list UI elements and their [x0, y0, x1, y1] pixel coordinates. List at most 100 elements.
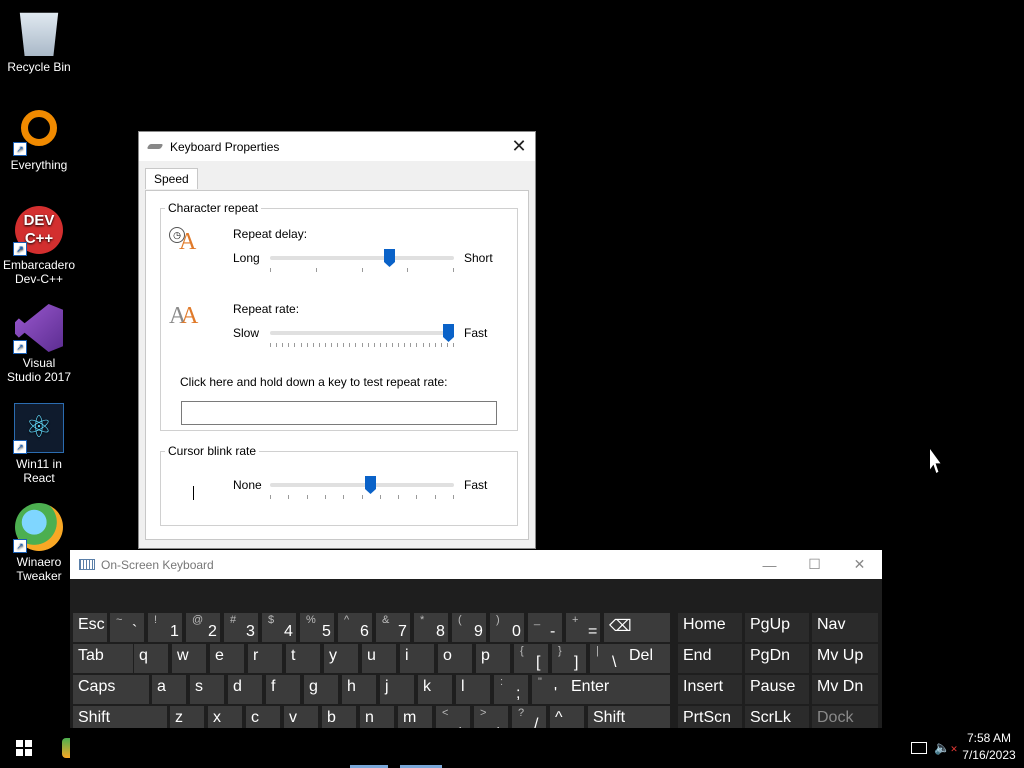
desktop-icon-recycle-bin[interactable]: Recycle Bin [0, 8, 78, 74]
key-mv-up[interactable]: Mv Up [812, 644, 878, 673]
key-sym[interactable]: | \ [590, 644, 624, 673]
key-label: = [588, 623, 598, 640]
key-6[interactable]: ^ 6 [338, 613, 372, 642]
key-home[interactable]: Home [678, 613, 742, 642]
titlebar[interactable]: On-Screen Keyboard — ☐ ✕ [70, 550, 882, 579]
key-k[interactable]: k [418, 675, 452, 704]
close-button[interactable]: ✕ [837, 556, 882, 573]
slider-thumb[interactable] [384, 249, 395, 267]
repeat-rate-slider[interactable] [270, 324, 454, 356]
desktop-icon-dev-cpp[interactable]: DEV C++ ↗ Embarcadero Dev-C++ [0, 206, 78, 286]
key-label: y [329, 647, 337, 664]
key-label: 4 [284, 623, 293, 640]
key-1[interactable]: ! 1 [148, 613, 182, 642]
slider-tick [453, 495, 454, 499]
keyboard-icon [79, 559, 95, 570]
key-label: e [215, 647, 224, 664]
key-esc[interactable]: Esc [73, 613, 107, 642]
repeat-delay-slider[interactable] [270, 249, 454, 281]
key-label: b [327, 709, 336, 726]
key-sym[interactable]: :; [494, 675, 528, 704]
key-s[interactable]: s [190, 675, 224, 704]
key-3[interactable]: #3 [224, 613, 258, 642]
slider-thumb[interactable] [443, 324, 454, 342]
key-0[interactable]: ) 0 [490, 613, 524, 642]
minimize-button[interactable]: — [747, 557, 792, 573]
key-t[interactable]: t [286, 644, 320, 673]
slider-tick [398, 495, 399, 499]
key-end[interactable]: End [678, 644, 742, 673]
start-button[interactable] [16, 740, 32, 756]
key-label: q [139, 647, 148, 664]
cursor-blink-slider[interactable] [270, 476, 454, 508]
taskbar-app-icon[interactable] [62, 738, 70, 758]
tab-speed[interactable]: Speed [145, 168, 198, 189]
network-icon[interactable] [911, 742, 927, 754]
desktop-icon-winaero[interactable]: ↗ Winaero Tweaker [0, 503, 78, 583]
slider-tick [349, 343, 350, 347]
key-4[interactable]: $4 [262, 613, 296, 642]
key-sym[interactable]: + = [566, 613, 600, 642]
key-label: n [365, 709, 374, 726]
key-sym[interactable]: ⌫ [604, 613, 670, 642]
window-title: Keyboard Properties [170, 139, 280, 154]
key-8[interactable]: * 8 [414, 613, 448, 642]
key-r[interactable]: r [248, 644, 282, 673]
key-caps[interactable]: Caps [73, 675, 149, 704]
maximize-button[interactable]: ☐ [792, 556, 837, 573]
key-sym[interactable]: }] [552, 644, 586, 673]
desktop-icon-visual-studio[interactable]: ↗ Visual Studio 2017 [0, 304, 78, 384]
key-del[interactable]: Del [624, 644, 670, 673]
key-j[interactable]: j [380, 675, 414, 704]
key-sym[interactable]: _ - [528, 613, 562, 642]
key-9[interactable]: (9 [452, 613, 486, 642]
key-h[interactable]: h [342, 675, 376, 704]
key-u[interactable]: u [362, 644, 396, 673]
key-mv-dn[interactable]: Mv Dn [812, 675, 878, 704]
key-y[interactable]: y [324, 644, 358, 673]
key-2[interactable]: @2 [186, 613, 220, 642]
key-o[interactable]: o [438, 644, 472, 673]
key-sym[interactable]: " ' [532, 675, 566, 704]
key-label: Mv Up [817, 647, 864, 664]
key-insert[interactable]: Insert [678, 675, 742, 704]
key-pgup[interactable]: PgUp [745, 613, 809, 642]
volume-muted-icon[interactable]: 🔈✕ [934, 740, 958, 756]
key-shift-label: % [306, 614, 316, 626]
slider-thumb[interactable] [365, 476, 376, 494]
key-tab[interactable]: Tab [73, 644, 133, 673]
key-e[interactable]: e [210, 644, 244, 673]
key-q[interactable]: q [134, 644, 168, 673]
key-sym[interactable]: {[ [514, 644, 548, 673]
key-pgdn[interactable]: PgDn [745, 644, 809, 673]
key-enter[interactable]: Enter [566, 675, 670, 704]
key-5[interactable]: % 5 [300, 613, 334, 642]
key-l[interactable]: l [456, 675, 490, 704]
key-7[interactable]: & 7 [376, 613, 410, 642]
key-f[interactable]: f [266, 675, 300, 704]
repeat-delay-min-label: Long [233, 251, 260, 265]
key-a[interactable]: a [152, 675, 186, 704]
key-g[interactable]: g [304, 675, 338, 704]
test-repeat-input[interactable] [181, 401, 497, 425]
desktop-icon-win11-react[interactable]: ⚛ ↗ Win11 in React [0, 403, 78, 485]
key-label: Mv Dn [817, 678, 864, 695]
slider-tick [331, 343, 332, 347]
desktop-icon-label: Everything [10, 158, 68, 172]
taskbar-clock[interactable]: 7:58 AM 7/16/2023 [957, 730, 1021, 764]
winaero-tweaker-icon: ↗ [13, 503, 63, 553]
key-nav[interactable]: Nav [812, 613, 878, 642]
key-sym[interactable]: ~ ` [110, 613, 144, 642]
key-w[interactable]: w [172, 644, 206, 673]
key-p[interactable]: p [476, 644, 510, 673]
cursor-blink-max-label: Fast [464, 478, 488, 492]
slider-tick [435, 343, 436, 347]
key-pause[interactable]: Pause [745, 675, 809, 704]
close-button[interactable]: ✕ [503, 136, 535, 157]
titlebar[interactable]: Keyboard Properties ✕ [139, 132, 535, 161]
key-i[interactable]: i [400, 644, 434, 673]
key-label: z [175, 709, 183, 726]
key-d[interactable]: d [228, 675, 262, 704]
desktop-icon-everything[interactable]: ↗ Everything [0, 106, 78, 172]
key-label: 6 [360, 623, 369, 640]
